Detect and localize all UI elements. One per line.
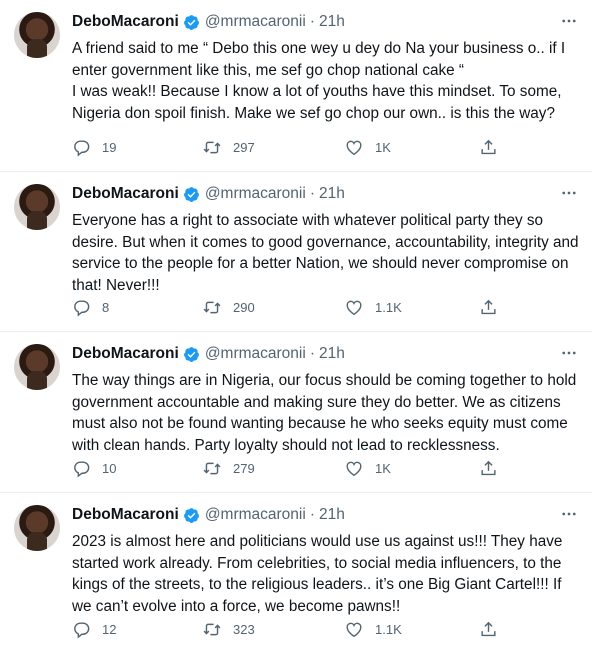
author-handle[interactable]: @mrmacaronii (205, 13, 306, 31)
author-name[interactable]: DeboMacaroni (72, 13, 179, 31)
avatar[interactable] (14, 505, 60, 551)
share-icon (481, 621, 496, 637)
like-count: 1.1K (375, 622, 402, 637)
like-button[interactable]: 1.1K (344, 298, 402, 317)
tweet[interactable]: DeboMacaroni @mrmacaronii · 21h 2023 is … (0, 493, 592, 653)
heart-icon (346, 461, 362, 477)
share-icon (481, 139, 496, 155)
reply-button[interactable]: 19 (72, 138, 116, 157)
share-button[interactable] (479, 459, 509, 478)
tweet[interactable]: DeboMacaroni @mrmacaronii · 21h Everyone… (0, 172, 592, 332)
like-count: 1K (375, 140, 391, 155)
avatar[interactable] (14, 344, 60, 390)
retweet-icon (203, 301, 221, 314)
share-button[interactable] (479, 298, 509, 317)
tweet[interactable]: DeboMacaroni @mrmacaronii · 21h A friend… (0, 0, 592, 172)
retweet-button[interactable]: 290 (202, 298, 255, 317)
retweet-button[interactable]: 323 (202, 620, 255, 639)
tweet-text: A friend said to me “ Debo this one wey … (72, 40, 566, 122)
avatar[interactable] (14, 184, 60, 230)
verified-badge-icon (183, 346, 200, 363)
author-handle[interactable]: @mrmacaronii (205, 185, 306, 203)
avatar[interactable] (14, 12, 60, 58)
like-count: 1K (375, 461, 391, 476)
retweet-count: 290 (233, 300, 255, 315)
tweet-actions: 12 323 1.1K (72, 620, 532, 642)
tweet-text: Everyone has a right to associate with w… (72, 212, 579, 294)
reply-button[interactable]: 8 (72, 298, 109, 317)
author-handle[interactable]: @mrmacaronii (205, 506, 306, 524)
reply-count: 8 (102, 300, 110, 315)
tweet-actions: 8 290 1.1K (72, 298, 532, 320)
verified-badge-icon (183, 507, 200, 524)
reply-button[interactable]: 10 (72, 459, 116, 478)
more-dots-icon[interactable] (560, 505, 578, 528)
like-count: 1.1K (375, 300, 402, 315)
tweet-header: DeboMacaroni @mrmacaronii · 21h (72, 345, 345, 363)
share-button[interactable] (479, 138, 509, 157)
reply-icon (74, 300, 90, 317)
more-dots-icon[interactable] (560, 344, 578, 367)
retweet-count: 279 (233, 461, 255, 476)
tweet-actions: 10 279 1K (72, 459, 532, 481)
like-button[interactable]: 1.1K (344, 620, 402, 639)
heart-icon (346, 622, 362, 638)
tweet-text: The way things are in Nigeria, our focus… (72, 372, 577, 454)
reply-icon (74, 140, 90, 157)
author-handle[interactable]: @mrmacaronii (205, 345, 306, 363)
verified-badge-icon (183, 14, 200, 31)
retweet-button[interactable]: 297 (202, 138, 255, 157)
separator-dot: · (309, 185, 315, 202)
share-icon (481, 460, 496, 476)
retweet-button[interactable]: 279 (202, 459, 255, 478)
tweet-text: 2023 is almost here and politicians woul… (72, 533, 563, 615)
timestamp[interactable]: 21h (319, 345, 345, 363)
retweet-count: 323 (233, 622, 255, 637)
author-name[interactable]: DeboMacaroni (72, 506, 179, 524)
reply-icon (74, 461, 90, 478)
heart-icon (346, 300, 362, 316)
more-dots-icon[interactable] (560, 184, 578, 207)
retweet-icon (203, 623, 221, 636)
like-button[interactable]: 1K (344, 138, 391, 157)
tweet[interactable]: DeboMacaroni @mrmacaronii · 21h The way … (0, 332, 592, 493)
timestamp[interactable]: 21h (319, 13, 345, 31)
timestamp[interactable]: 21h (319, 506, 345, 524)
retweet-count: 297 (233, 140, 255, 155)
verified-badge-icon (183, 186, 200, 203)
tweet-header: DeboMacaroni @mrmacaronii · 21h (72, 185, 345, 203)
reply-button[interactable]: 12 (72, 620, 116, 639)
like-button[interactable]: 1K (344, 459, 391, 478)
timestamp[interactable]: 21h (319, 185, 345, 203)
reply-icon (74, 622, 90, 639)
separator-dot: · (309, 506, 315, 523)
author-name[interactable]: DeboMacaroni (72, 185, 179, 203)
reply-count: 12 (102, 622, 117, 637)
heart-icon (346, 140, 362, 156)
share-button[interactable] (479, 620, 509, 639)
tweet-actions: 19 297 1K (72, 138, 532, 160)
tweet-header: DeboMacaroni @mrmacaronii · 21h (72, 506, 345, 524)
share-icon (481, 299, 496, 315)
author-name[interactable]: DeboMacaroni (72, 345, 179, 363)
retweet-icon (203, 462, 221, 475)
reply-count: 19 (102, 140, 117, 155)
retweet-icon (203, 141, 221, 154)
reply-count: 10 (102, 461, 117, 476)
more-dots-icon[interactable] (560, 12, 578, 35)
separator-dot: · (309, 345, 315, 362)
separator-dot: · (309, 13, 315, 30)
tweet-header: DeboMacaroni @mrmacaronii · 21h (72, 13, 345, 31)
